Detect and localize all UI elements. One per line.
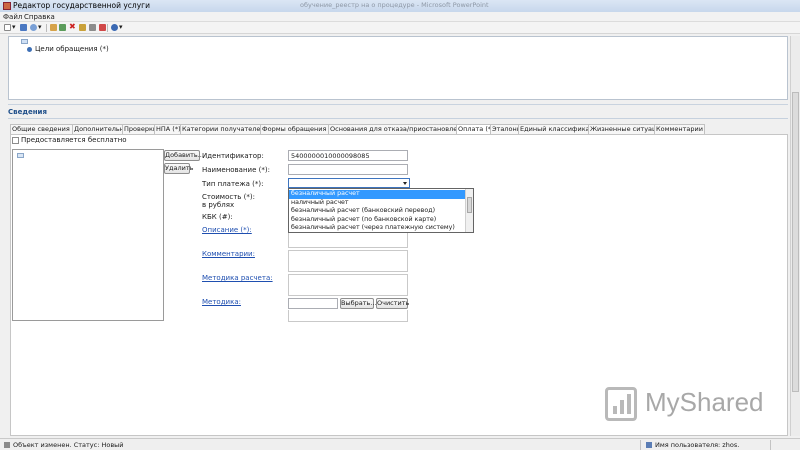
add-button[interactable]: Добавить... [164,150,204,161]
dropdown-option[interactable]: безналичный расчет [289,190,466,199]
free-service-label: Предоставляется бесплатно [21,136,127,144]
folder-icon [21,39,28,44]
help-dropdown-icon[interactable]: ▾ [119,23,123,31]
refresh-icon[interactable] [30,24,37,31]
method-field[interactable] [288,298,338,309]
identifier-label: Идентификатор: [202,152,264,160]
dropdown-option[interactable]: безналичный расчет (по банковской карте) [289,216,466,225]
vertical-scrollbar[interactable] [790,36,800,436]
help-icon[interactable] [111,24,118,31]
payment-type-label: Тип платежа (*): [202,180,264,188]
paste-icon[interactable] [79,24,86,31]
dropdown-option[interactable]: наличный расчет [289,199,466,208]
new-icon[interactable] [4,24,11,31]
copy-icon[interactable] [59,24,66,31]
properties-icon[interactable] [89,24,96,31]
app-icon [3,2,11,10]
comments-field[interactable] [288,250,408,272]
chevron-down-icon[interactable] [403,182,407,185]
cost-label: Стоимость (*): [202,193,255,201]
save-icon[interactable] [20,24,27,31]
checkbox-box[interactable] [12,137,19,144]
calc-method-link[interactable]: Методика расчета: [202,274,273,282]
menu-bar: Файл Справка [0,12,800,22]
toolbar-separator [107,24,108,32]
node-icon [27,47,32,52]
payment-type-select[interactable] [288,178,410,188]
toolbar: ▾ ▾ ✖ ▾ [0,22,800,34]
identifier-field[interactable]: 5400000010000098085 [288,150,408,161]
tab-npa[interactable]: НПА (*) [154,124,183,134]
background-window-title: обучение_реестр на о процедуре - Microso… [300,1,489,9]
payment-list[interactable] [12,149,164,321]
dropdown-scrollbar[interactable] [465,189,473,232]
dropdown-option[interactable]: безналичный расчет (через платежную сист… [289,224,466,233]
identifier-value: 5400000010000098085 [291,152,370,160]
divider [8,104,788,107]
divider [640,440,641,450]
name-label: Наименование (*): [202,166,270,174]
window-title: Редактор государственной услуги [13,1,150,10]
clear-button[interactable]: Очистить [376,298,409,309]
section-title: Сведения [8,108,47,116]
status-text: Объект изменен. Статус: Новый [13,441,124,449]
user-icon [646,442,652,448]
divider [8,118,788,119]
scrollbar-thumb[interactable] [792,92,799,392]
document-icon [17,153,24,158]
refresh-dropdown-icon[interactable]: ▾ [38,23,42,31]
user-name: Имя пользователя: zhos. [655,441,740,449]
new-dropdown-icon[interactable]: ▾ [12,23,16,31]
dropdown-option[interactable]: безналичный расчет (банковский перевод) [289,207,466,216]
calc-method-field[interactable] [288,274,408,296]
chart-logo-icon [605,387,637,421]
method-area [288,310,408,322]
comments-link[interactable]: Комментарии: [202,250,255,258]
tab-request-forms[interactable]: Формы обращения (*) [260,124,339,134]
flag-icon[interactable] [99,24,106,31]
method-link[interactable]: Методика: [202,298,241,306]
cost-unit-label: в рублях [202,201,235,209]
menu-help[interactable]: Справка [24,13,55,21]
kbk-label: КБК (#): [202,213,233,221]
name-field[interactable] [288,164,408,175]
divider [770,440,771,450]
title-bar: Редактор государственной услуги обучение… [0,0,800,12]
tree-node-label: Цели обращения (*) [35,45,109,53]
description-link[interactable]: Описание (*): [202,226,252,234]
delete-button[interactable]: Удалить [164,163,193,174]
dropdown-scroll-thumb[interactable] [467,197,472,213]
toolbar-separator [46,24,47,32]
tab-comments[interactable]: Комментарии [654,124,705,134]
menu-file[interactable]: Файл [3,13,22,21]
print-icon[interactable] [50,24,57,31]
delete-icon[interactable]: ✖ [69,23,76,31]
payment-type-dropdown[interactable]: безналичный расчет наличный расчет безна… [288,188,474,233]
tree-panel: Цели обращения (*) [8,36,788,100]
status-icon [4,442,10,448]
status-bar: Объект изменен. Статус: Новый Имя пользо… [0,438,800,450]
choose-button[interactable]: Выбрать... [340,298,377,309]
watermark-text: MyShared [645,387,764,417]
